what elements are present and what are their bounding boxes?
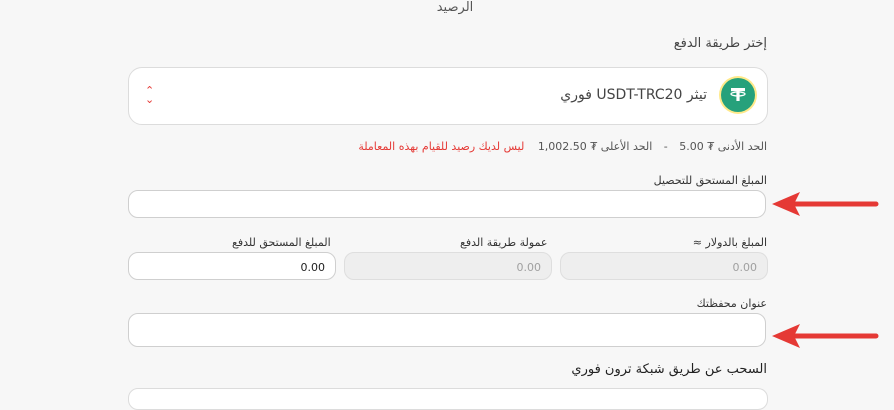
amount-usd-label: المبلغ بالدولار ≈ <box>692 236 767 249</box>
balance-title: الرصيد <box>436 0 474 15</box>
limits-row: الحد الأدنى ₮ 5.00 - الحد الأعلى ₮ 1,002… <box>358 140 767 153</box>
insufficient-balance-error: ليس لديك رصيد للقيام بهذه المعاملة <box>358 140 525 153</box>
annotation-arrow-icon <box>772 324 879 348</box>
withdraw-note: السحب عن طريق شبكة ترون فوري <box>571 362 767 377</box>
amount-to-pay-input[interactable]: 0.00 <box>128 252 336 280</box>
selected-method-label: تيثر USDT-TRC20 فوري <box>560 87 707 103</box>
amount-due-label: المبلغ المستحق للتحصيل <box>653 174 767 187</box>
amount-usd-input: 0.00 <box>560 252 768 280</box>
fee-label: عمولة طريقة الدفع <box>460 236 548 249</box>
wallet-address-input[interactable] <box>128 313 766 347</box>
payment-method-label: إختر طريقة الدفع <box>673 36 767 51</box>
min-limit: الحد الأدنى ₮ 5.00 <box>679 140 767 153</box>
max-limit: الحد الأعلى ₮ 1,002.50 <box>537 140 653 153</box>
wallet-address-label: عنوان محفظتك <box>696 297 767 310</box>
withdraw-details-box <box>128 388 768 410</box>
fee-input: 0.00 <box>344 252 552 280</box>
limit-separator: - <box>663 140 668 153</box>
select-caret-icon[interactable]: ⌃ ⌄ <box>145 85 154 105</box>
tether-icon <box>721 78 755 112</box>
amount-to-pay-label: المبلغ المستحق للدفع <box>232 236 331 249</box>
payment-method-select[interactable]: تيثر USDT-TRC20 فوري ⌃ ⌄ <box>128 67 768 125</box>
amount-due-input[interactable] <box>128 190 766 218</box>
annotation-arrow-icon <box>772 192 879 216</box>
